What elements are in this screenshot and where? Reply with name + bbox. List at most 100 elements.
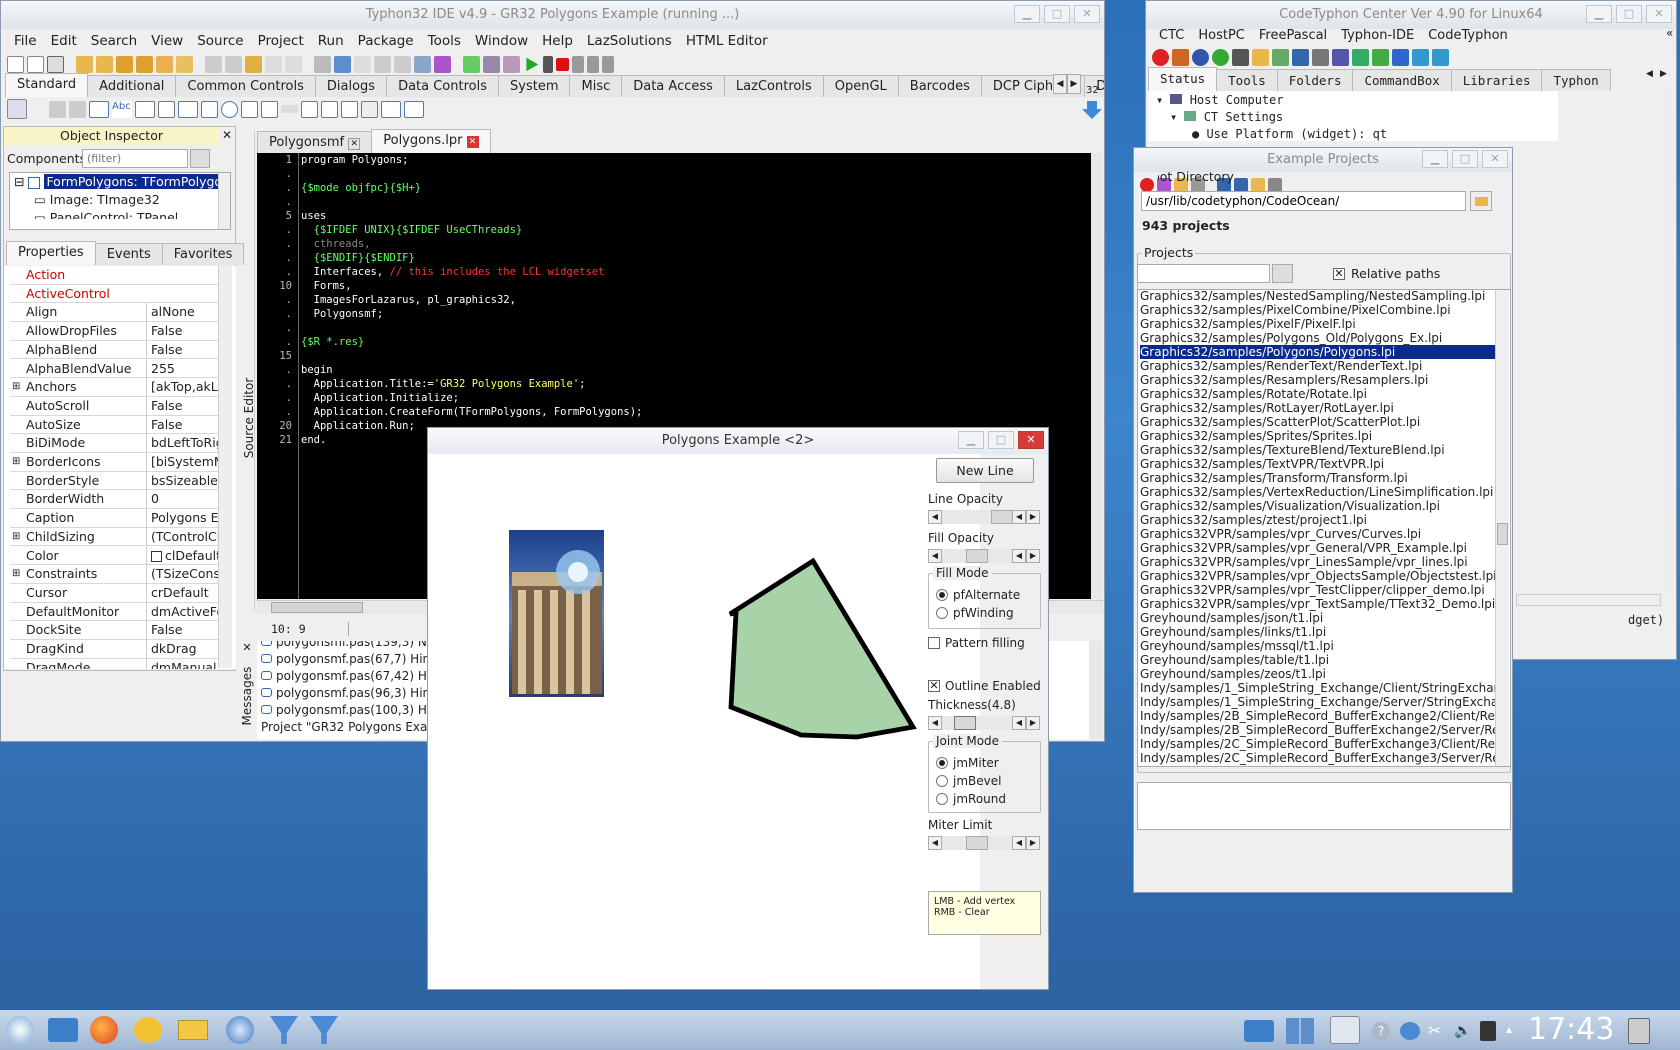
root-directory-input[interactable] bbox=[1141, 191, 1466, 211]
actionlist-icon[interactable] bbox=[404, 100, 424, 118]
server-icon[interactable] bbox=[1412, 49, 1429, 66]
view-units-icon[interactable] bbox=[205, 56, 222, 73]
new-file-icon[interactable] bbox=[7, 56, 24, 73]
mail-icon[interactable] bbox=[178, 1020, 208, 1040]
packages-icon[interactable] bbox=[503, 56, 520, 73]
project-list-item[interactable]: Greyhound/samples/links/t1.lpi bbox=[1140, 625, 1495, 639]
save-icon[interactable] bbox=[116, 56, 133, 73]
property-value[interactable]: clDefault bbox=[146, 546, 219, 565]
project-list-item[interactable]: Graphics32/samples/Polygons/Polygons.lpi bbox=[1140, 345, 1495, 359]
ctc-menu-overflow-icon[interactable]: « bbox=[1666, 26, 1673, 40]
pause-icon[interactable] bbox=[543, 56, 553, 73]
tools-icon[interactable]: ✂ bbox=[1428, 1022, 1446, 1040]
ctc-tabs-scroll-left-icon[interactable]: ◀ bbox=[1646, 69, 1653, 79]
project-list-item[interactable]: Graphics32/samples/TextureBlend/TextureB… bbox=[1140, 443, 1495, 457]
editor-vscrollbar[interactable] bbox=[1091, 153, 1103, 599]
project-list-item[interactable]: Graphics32/samples/RotLayer/RotLayer.lpi bbox=[1140, 401, 1495, 415]
folder-icon[interactable] bbox=[1252, 49, 1269, 66]
chat-icon[interactable] bbox=[134, 1017, 162, 1043]
palette-tab-standard[interactable]: Standard bbox=[5, 73, 89, 97]
code-line[interactable]: Application.Title:='GR32 Polygons Exampl… bbox=[301, 377, 1091, 391]
property-row[interactable]: BorderWidth 0 bbox=[10, 490, 219, 510]
chevron-right-icon[interactable]: ▶ bbox=[1026, 836, 1040, 850]
stop-icon[interactable] bbox=[1152, 49, 1169, 66]
system-monitor-icon[interactable] bbox=[1330, 1016, 1360, 1044]
project-list-item[interactable]: Graphics32/samples/Sprites/Sprites.lpi bbox=[1140, 429, 1495, 443]
palette-tab-system[interactable]: System bbox=[498, 75, 571, 97]
ctc-tabs-scroll-right-icon[interactable]: ▶ bbox=[1660, 69, 1667, 79]
palette-tab-common-controls[interactable]: Common Controls bbox=[175, 75, 316, 97]
search-icon[interactable] bbox=[1268, 178, 1282, 192]
code-line[interactable]: cthreads, bbox=[301, 237, 1091, 251]
property-row[interactable]: Caption Polygons Example bbox=[10, 509, 219, 528]
ctc-tab-commandbox[interactable]: CommandBox bbox=[1352, 69, 1452, 91]
checkgroup-icon[interactable] bbox=[341, 100, 358, 118]
project-list-item[interactable]: Graphics32VPR/samples/vpr_LinesSample/vp… bbox=[1140, 555, 1495, 569]
gear-icon[interactable] bbox=[1332, 49, 1349, 66]
pattern-filling-checkbox[interactable]: Pattern filling bbox=[928, 636, 1025, 650]
code-line[interactable] bbox=[301, 195, 1091, 209]
property-grid-scrollbar[interactable] bbox=[218, 266, 232, 668]
menu-run[interactable]: Run bbox=[311, 33, 351, 49]
build-icon[interactable] bbox=[314, 56, 331, 73]
property-row[interactable]: BiDiMode bdLeftToRight bbox=[10, 434, 219, 453]
property-row[interactable]: DragMode dmManual bbox=[10, 658, 219, 669]
code-line[interactable]: program Polygons; bbox=[301, 153, 1091, 167]
palette-scroll-right-icon[interactable]: ▶ bbox=[1067, 74, 1081, 94]
project-list-item[interactable]: Indy/samples/2B_SimpleRecord_BufferExcha… bbox=[1140, 723, 1495, 737]
tools-icon[interactable] bbox=[1312, 49, 1329, 66]
project-list-item[interactable]: Graphics32/samples/RenderText/RenderText… bbox=[1140, 359, 1495, 373]
property-value[interactable]: False bbox=[146, 396, 219, 415]
code-line[interactable]: {$R *.res} bbox=[301, 335, 1091, 349]
chevron-left-icon[interactable]: ◀ bbox=[1012, 836, 1026, 850]
property-value[interactable]: alNone bbox=[146, 303, 219, 322]
code-line[interactable] bbox=[301, 167, 1091, 181]
tab-polygons-lpr[interactable]: Polygons.lpr ✕ bbox=[371, 129, 491, 153]
firefox-icon[interactable] bbox=[90, 1016, 118, 1044]
typhon-center-icon[interactable] bbox=[270, 1016, 298, 1044]
screenshot-icon[interactable] bbox=[1244, 1020, 1274, 1042]
code-line[interactable]: {$IFDEF UNIX}{$IFDEF UseCThreads} bbox=[301, 223, 1091, 237]
code-line[interactable]: {$mode objfpc}{$H+} bbox=[301, 181, 1091, 195]
browse-folder-button[interactable] bbox=[1470, 191, 1492, 211]
messages-scrollbar[interactable] bbox=[1089, 641, 1103, 739]
new-form-icon[interactable] bbox=[47, 56, 64, 73]
property-row[interactable]: DefaultMonitor dmActiveForm bbox=[10, 602, 219, 622]
stop-icon[interactable] bbox=[556, 58, 569, 71]
package-icon[interactable] bbox=[1372, 49, 1389, 66]
minimize-icon[interactable]: ▁ bbox=[958, 431, 984, 449]
property-value[interactable]: (TControlChildSizing) bbox=[146, 527, 219, 546]
property-row[interactable]: AlphaBlend False bbox=[10, 340, 219, 360]
code-line[interactable] bbox=[301, 321, 1091, 335]
project-list-item[interactable]: Graphics32/samples/Visualization/Visuali… bbox=[1140, 499, 1495, 513]
build-icon[interactable] bbox=[1352, 49, 1369, 66]
drawn-polygon[interactable] bbox=[728, 557, 917, 740]
ctc-menu-hostpc[interactable]: HostPC bbox=[1191, 28, 1252, 43]
project-list-item[interactable]: Greyhound/samples/zeos/t1.lpi bbox=[1140, 667, 1495, 681]
expand-icon[interactable]: ⊞ bbox=[12, 378, 20, 396]
expand-icon[interactable]: ⊞ bbox=[12, 528, 20, 546]
collapse-icon[interactable] bbox=[1234, 178, 1248, 192]
pointer-icon[interactable] bbox=[7, 99, 27, 119]
property-row[interactable]: ⊞ Constraints (TSizeConstraints) bbox=[10, 565, 219, 584]
palette-tab-opengl[interactable]: OpenGL bbox=[822, 75, 899, 97]
project-list-item[interactable]: Graphics32/samples/Rotate/Rotate.lpi bbox=[1140, 387, 1495, 401]
filter-icon[interactable] bbox=[190, 149, 210, 168]
typhon-tray-icon[interactable] bbox=[1400, 1022, 1420, 1040]
property-value[interactable]: False bbox=[146, 340, 219, 359]
close-tab-icon[interactable]: ✕ bbox=[348, 138, 361, 150]
run-parameters-icon[interactable] bbox=[414, 56, 431, 73]
scrollbar-icon[interactable] bbox=[281, 105, 298, 113]
project-list-item[interactable]: Greyhound/samples/mssql/t1.lpi bbox=[1140, 639, 1495, 653]
filter-icon[interactable] bbox=[1272, 264, 1293, 283]
property-value[interactable]: Polygons Example bbox=[146, 509, 219, 528]
fill-mode-winding-radio[interactable]: pfWinding bbox=[936, 606, 1014, 620]
joint-mode-round-radio[interactable]: jmRound bbox=[936, 792, 1006, 806]
project-list-item[interactable]: Graphics32/samples/PixelF/PixelF.lpi bbox=[1140, 317, 1495, 331]
project-list-item[interactable]: Greyhound/samples/json/t1.lpi bbox=[1140, 611, 1495, 625]
joint-mode-miter-radio[interactable]: jmMiter bbox=[936, 756, 999, 770]
ctc-tab-libraries[interactable]: Libraries bbox=[1450, 69, 1543, 91]
project-list-item[interactable]: Graphics32/samples/ScatterPlot/ScatterPl… bbox=[1140, 415, 1495, 429]
chevron-left-icon[interactable]: ◀ bbox=[928, 716, 942, 730]
close-icon[interactable]: ✕ bbox=[1482, 150, 1508, 168]
